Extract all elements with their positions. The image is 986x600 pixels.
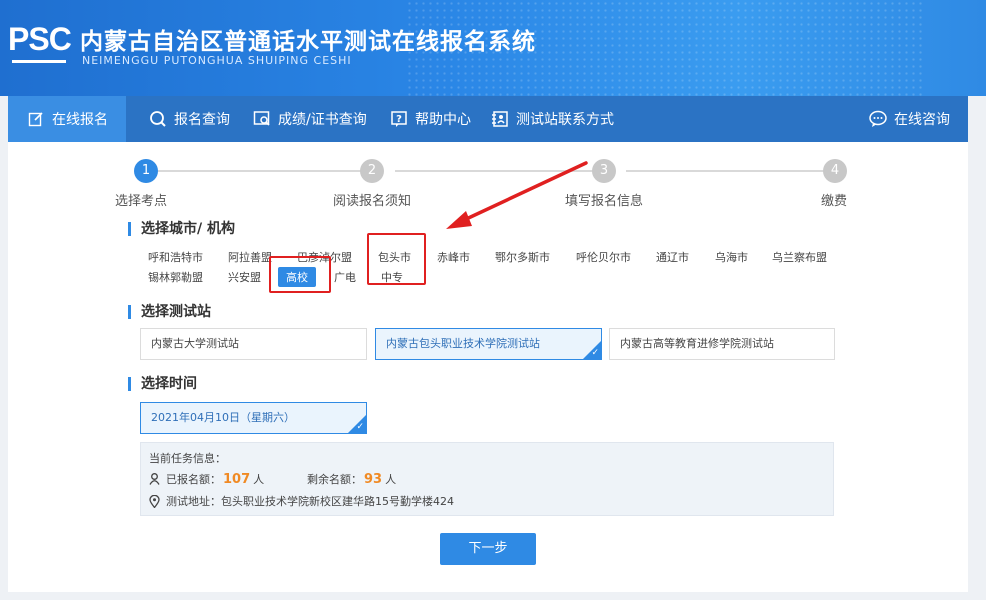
nav-label: 测试站联系方式	[516, 112, 614, 128]
svg-text:?: ?	[396, 114, 402, 125]
main-panel: 1 2 3 4 选择考点 阅读报名须知 填写报名信息 缴费 选择城市/ 机构 呼…	[8, 142, 968, 592]
city-option[interactable]: 呼伦贝尔市	[576, 249, 631, 265]
registered-label: 已报名额：	[166, 473, 221, 486]
test-site-label: 内蒙古大学测试站	[151, 337, 239, 350]
city-option[interactable]: 呼和浩特市	[148, 249, 203, 265]
check-icon: ✓	[591, 348, 599, 358]
time-option-selected[interactable]: 2021年04月10日（星期六） ✓	[140, 402, 367, 434]
nav-label: 帮助中心	[415, 112, 471, 128]
city-option[interactable]: 乌兰察布盟	[772, 249, 827, 265]
annotation-box-colleges	[269, 256, 331, 293]
user-icon	[149, 473, 160, 485]
registered-unit: 人	[253, 473, 265, 486]
test-address-line: 测试地址：包头职业技术学院新校区建华路15号勤学楼424	[149, 493, 454, 509]
nav-label: 报名查询	[174, 112, 230, 128]
step-1-label: 选择考点	[115, 194, 168, 209]
nav-test-site-contacts[interactable]: 测试站联系方式	[490, 96, 614, 142]
section-title-test-site: 选择测试站	[128, 305, 211, 319]
location-pin-icon	[149, 494, 160, 508]
next-step-button[interactable]: 下一步	[440, 533, 536, 565]
remaining-unit: 人	[385, 473, 397, 486]
test-site-option-selected[interactable]: 内蒙古包头职业技术学院测试站 ✓	[375, 328, 602, 360]
chat-icon	[868, 109, 888, 129]
test-site-option[interactable]: 内蒙古大学测试站	[140, 328, 367, 360]
step-connector	[158, 170, 371, 172]
psc-logo: PSC	[8, 22, 72, 64]
main-nav: 在线报名 报名查询 成绩/证书查询 ? 帮助中心 测试站联系方式 在线咨询	[8, 96, 968, 142]
step-1-indicator: 1	[134, 159, 158, 183]
contact-icon	[490, 109, 510, 129]
city-option[interactable]: 广电	[334, 269, 356, 285]
nav-online-registration[interactable]: 在线报名	[8, 96, 126, 142]
city-option[interactable]: 锡林郭勒盟	[148, 269, 203, 285]
step-connector	[395, 170, 602, 172]
step-4-indicator: 4	[823, 159, 847, 183]
certificate-icon	[252, 109, 272, 129]
city-option[interactable]: 兴安盟	[228, 269, 261, 285]
annotation-box-baotou	[367, 233, 426, 285]
site-title: 内蒙古自治区普通话水平测试在线报名系统	[80, 29, 536, 55]
test-address: 测试地址：包头职业技术学院新校区建华路15号勤学楼424	[166, 495, 454, 508]
nav-registration-query[interactable]: 报名查询	[148, 96, 230, 142]
nav-label: 在线咨询	[894, 112, 950, 128]
time-label: 2021年04月10日（星期六）	[151, 411, 295, 424]
test-site-option[interactable]: 内蒙古高等教育进修学院测试站	[609, 328, 835, 360]
edit-icon	[26, 109, 46, 129]
step-2-indicator: 2	[360, 159, 384, 183]
city-option[interactable]: 通辽市	[656, 249, 689, 265]
nav-label: 成绩/证书查询	[278, 112, 367, 128]
task-info-heading: 当前任务信息：	[149, 452, 226, 465]
remaining-label: 剩余名额：	[307, 473, 362, 486]
remaining-value: 93	[364, 471, 383, 487]
nav-label: 在线报名	[52, 112, 108, 128]
search-icon	[148, 109, 168, 129]
city-option[interactable]: 鄂尔多斯市	[495, 249, 550, 265]
nav-online-consult[interactable]: 在线咨询	[868, 96, 950, 142]
registered-count-line: 已报名额： 107 人	[149, 471, 264, 487]
step-2-label: 阅读报名须知	[333, 194, 412, 209]
section-title-city: 选择城市/ 机构	[128, 222, 235, 236]
test-site-label: 内蒙古包头职业技术学院测试站	[386, 337, 540, 350]
check-icon: ✓	[356, 422, 364, 432]
step-4-label: 缴费	[821, 194, 848, 209]
city-option[interactable]: 阿拉善盟	[228, 249, 272, 265]
step-3-indicator: 3	[592, 159, 616, 183]
city-option[interactable]: 赤峰市	[437, 249, 470, 265]
header-banner: PSC 内蒙古自治区普通话水平测试在线报名系统 NEIMENGGU PUTONG…	[0, 0, 986, 96]
registered-value: 107	[223, 471, 251, 487]
remaining-count-line: 剩余名额： 93 人	[307, 471, 396, 487]
site-subtitle: NEIMENGGU PUTONGHUA SHUIPING CESHI	[82, 54, 352, 67]
city-option[interactable]: 乌海市	[715, 249, 748, 265]
step-3-label: 填写报名信息	[565, 194, 644, 209]
test-site-label: 内蒙古高等教育进修学院测试站	[620, 337, 774, 350]
nav-help-center[interactable]: ? 帮助中心	[389, 96, 471, 142]
step-connector	[626, 170, 833, 172]
help-icon: ?	[389, 109, 409, 129]
task-info-panel: 当前任务信息： 已报名额： 107 人 剩余名额： 93 人 测试地址：包头职业…	[140, 442, 834, 516]
section-title-time: 选择时间	[128, 377, 197, 391]
nav-score-certificate-query[interactable]: 成绩/证书查询	[252, 96, 367, 142]
